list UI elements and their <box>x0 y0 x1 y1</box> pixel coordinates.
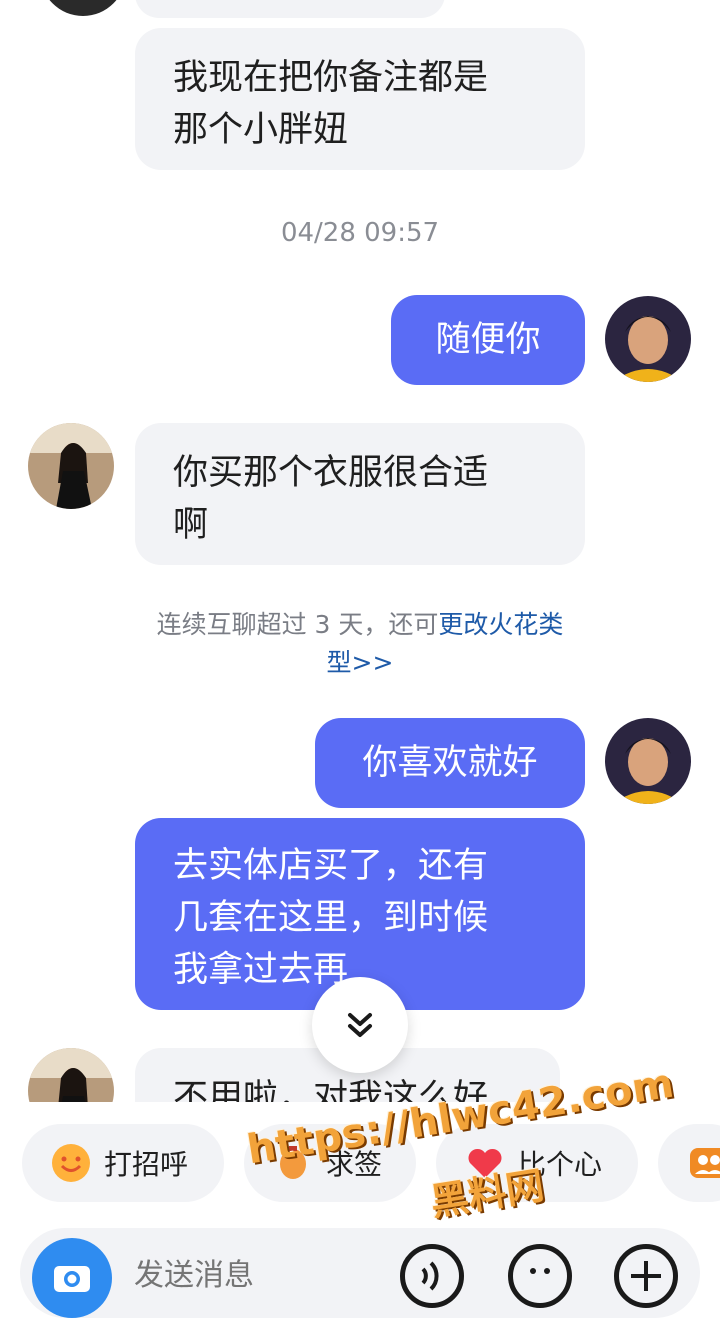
scroll-to-bottom-button[interactable] <box>312 977 408 1073</box>
message-line: 你买那个衣服很合适 <box>173 453 489 493</box>
camera-button[interactable] <box>32 1238 112 1318</box>
message-text: 你喜欢就好 <box>362 743 538 783</box>
message-text: 随便你 <box>435 320 541 360</box>
message-line: 去实体店买了，还有 <box>173 846 489 886</box>
voice-icon <box>421 1261 439 1291</box>
voice-button[interactable] <box>400 1244 464 1308</box>
change-spark-type-link-tail[interactable]: 型>> <box>327 648 394 677</box>
incoming-message-bubble[interactable]: 你买那个衣服很合适 啊 <box>135 423 585 565</box>
emoji-icon <box>530 1268 550 1274</box>
message-line: 啊 <box>173 505 209 545</box>
self-avatar[interactable] <box>605 718 691 804</box>
previous-message-edge <box>135 0 445 18</box>
outgoing-message-bubble[interactable]: 你喜欢就好 <box>315 718 585 808</box>
system-note-text: 连续互聊超过 3 天，还可 <box>156 610 439 639</box>
message-line: 几套在这里，到时候 <box>173 898 489 938</box>
emoji-button[interactable] <box>508 1244 572 1308</box>
quick-action-label: 打招呼 <box>104 1148 189 1181</box>
camera-icon <box>54 1266 90 1292</box>
message-input[interactable] <box>132 1252 386 1298</box>
streak-system-note: 连续互聊超过 3 天，还可更改火花类 型>> <box>110 606 610 682</box>
outgoing-message-bubble[interactable]: 随便你 <box>391 295 585 385</box>
self-avatar[interactable] <box>605 296 691 382</box>
quick-action-greet[interactable]: 打招呼 <box>22 1124 224 1202</box>
message-line: 那个小胖妞 <box>173 110 349 150</box>
incoming-message-bubble[interactable]: 我现在把你备注都是 那个小胖妞 <box>135 28 585 170</box>
plus-icon <box>631 1261 661 1291</box>
message-input-bar <box>20 1228 700 1318</box>
smile-face-icon <box>52 1144 90 1182</box>
change-spark-type-link[interactable]: 更改火花类 <box>438 610 563 639</box>
contact-avatar[interactable] <box>28 423 114 509</box>
more-button[interactable] <box>614 1244 678 1308</box>
previous-avatar-edge <box>40 0 126 16</box>
group-icon <box>690 1148 720 1178</box>
message-timestamp: 04/28 09:57 <box>280 218 440 248</box>
scroll-down-icon <box>348 1013 372 1037</box>
message-line: 我现在把你备注都是 <box>173 58 489 98</box>
